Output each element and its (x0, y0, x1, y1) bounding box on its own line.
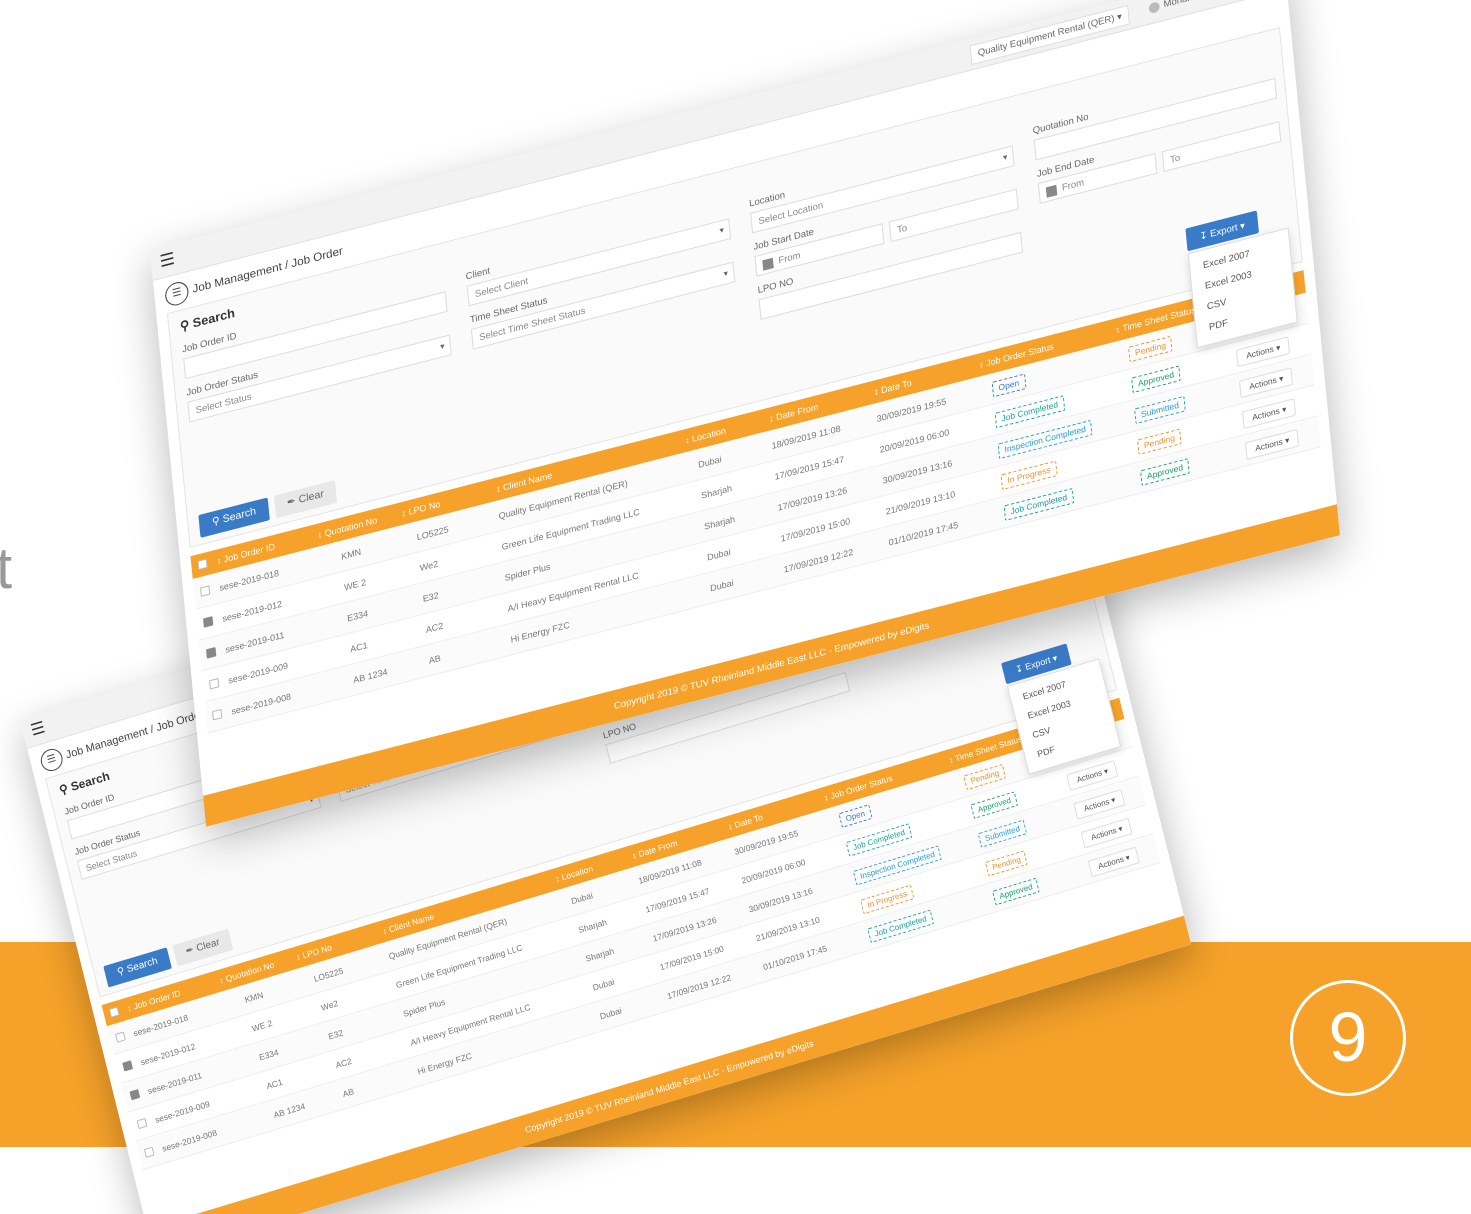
search-title-text: Search (192, 305, 236, 331)
actions-label: Actions (1083, 797, 1111, 814)
search-button-label: Search (125, 955, 159, 976)
cell-quotation-no: AC1 (349, 639, 369, 655)
calendar-icon (762, 257, 774, 271)
actions-label: Actions (1075, 768, 1104, 785)
from-placeholder: From (777, 249, 801, 266)
job-start-to-input[interactable]: To (888, 188, 1019, 243)
row-checkbox[interactable] (209, 677, 220, 690)
list-icon: ☰ (38, 746, 65, 774)
export-button-label: Export (1024, 654, 1052, 672)
company-select[interactable]: Quality Equipment Rental (QER) ▾ (969, 4, 1131, 66)
search-title: ⚲ Search (57, 768, 112, 798)
user-menu[interactable]: Mohamed Atta ▾ (1148, 0, 1233, 17)
search-title-text: Search (69, 768, 112, 794)
actions-dropdown-button[interactable]: Actions ▾ (1244, 429, 1300, 461)
job-order-status-badge: Open (838, 804, 873, 829)
cut-off-heading-text: t (0, 536, 13, 601)
actions-label: Actions (1248, 375, 1278, 392)
column-header-label: LPO No (301, 942, 333, 961)
column-header-label: Date To (880, 377, 913, 396)
status-placeholder: Select Status (84, 848, 139, 874)
cell-lpo-no: We2 (419, 558, 439, 574)
chevron-down-icon: ▾ (723, 268, 729, 279)
job-end-to-input[interactable]: To (1161, 121, 1282, 172)
page-number-badge: 9 (1290, 980, 1406, 1096)
search-button-label: Search (222, 505, 257, 526)
column-header-label: Date To (733, 811, 764, 831)
time-sheet-status-badge: Pending (1137, 428, 1182, 456)
time-sheet-status-badge: Pending (1128, 335, 1173, 363)
actions-label: Actions (1097, 854, 1125, 872)
cell-quotation-no: AC1 (265, 1076, 284, 1092)
select-all-checkbox[interactable] (108, 1006, 120, 1018)
cell-lpo-no: E32 (422, 589, 440, 605)
clear-button-label: Clear (298, 488, 325, 507)
cell-lpo-no: E32 (327, 1027, 345, 1042)
row-checkbox[interactable] (143, 1146, 155, 1158)
chevron-down-icon: ▾ (439, 341, 445, 352)
time-sheet-status-badge: Approved (1140, 458, 1191, 487)
clear-button[interactable]: ✒ Clear (172, 928, 234, 967)
user-avatar-icon (1148, 0, 1160, 14)
list-icon: ☰ (164, 279, 190, 309)
cell-location: Dubai (709, 577, 735, 594)
to-placeholder: To (896, 222, 908, 236)
cell-location: Dubai (598, 1005, 623, 1022)
row-checkbox[interactable] (136, 1117, 148, 1130)
cell-lpo-no: AB (428, 652, 442, 666)
actions-label: Actions (1251, 406, 1281, 423)
client-placeholder: Select Client (474, 275, 529, 300)
row-checkbox[interactable] (206, 647, 217, 659)
row-checkbox[interactable] (115, 1031, 126, 1043)
job-end-from-input[interactable]: From (1037, 152, 1158, 204)
search-button[interactable]: ⚲ Search (103, 947, 172, 988)
column-header-label: Location (691, 425, 727, 445)
row-checkbox[interactable] (129, 1089, 141, 1101)
company-name: Quality Equipment Rental (QER) (977, 12, 1115, 59)
status-placeholder: Select Status (195, 390, 252, 416)
cell-lpo-no: AB (341, 1086, 355, 1100)
column-header-label: LPO No (408, 498, 441, 517)
row-checkbox[interactable] (122, 1060, 134, 1072)
search-title: ⚲ Search (179, 305, 236, 334)
menu-icon[interactable]: ☰ (159, 250, 176, 271)
menu-icon[interactable]: ☰ (29, 719, 47, 739)
actions-label: Actions (1245, 344, 1275, 361)
to-placeholder: To (1169, 152, 1181, 165)
job-start-from-input[interactable]: From (754, 223, 885, 277)
row-checkbox[interactable] (200, 585, 211, 597)
clear-button[interactable]: ✒ Clear (273, 480, 338, 519)
row-checkbox[interactable] (212, 708, 223, 721)
search-button[interactable]: ⚲ Search (198, 497, 270, 538)
chevron-down-icon: ▾ (1002, 152, 1008, 163)
user-name: Mohamed Atta (1163, 0, 1225, 9)
actions-label: Actions (1254, 437, 1284, 454)
select-all-checkbox[interactable] (197, 558, 208, 571)
export-button-label: Export (1209, 221, 1238, 240)
client-label: Client (465, 265, 491, 282)
from-placeholder: From (1061, 176, 1085, 193)
actions-label: Actions (1090, 826, 1118, 843)
calendar-icon (1045, 184, 1058, 198)
actions-dropdown-button[interactable]: Actions ▾ (1087, 846, 1141, 878)
cell-lpo-no: AC2 (425, 620, 444, 636)
row-checkbox[interactable] (203, 616, 214, 628)
chevron-down-icon: ▾ (719, 225, 725, 236)
job-order-status-badge: Open (991, 373, 1027, 398)
time-sheet-status-badge: Approved (992, 877, 1041, 906)
clear-button-label: Clear (195, 936, 221, 955)
